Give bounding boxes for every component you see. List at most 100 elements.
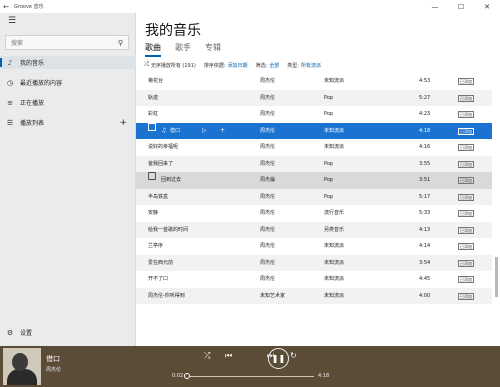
- song-badge: 已添加: [458, 226, 474, 234]
- tab-songs[interactable]: 歌曲: [145, 42, 161, 57]
- row-checkbox[interactable]: [148, 172, 156, 180]
- sidebar: ☰ 搜索 ⚲ ♪ 我的音乐 ◷ 最近播放的内容 ≡ 正在播放 ☰ 播放列表 + …: [0, 13, 136, 346]
- song-badge: 已添加: [458, 210, 474, 217]
- back-icon[interactable]: ←: [0, 3, 12, 11]
- song-duration: 3:51: [419, 177, 431, 183]
- song-genre: 流行音乐: [324, 210, 345, 216]
- seek-thumb[interactable]: [184, 373, 191, 379]
- genre-dropdown[interactable]: 所有流派: [301, 62, 321, 69]
- search-icon[interactable]: ⚲: [118, 39, 123, 47]
- selection-indicator: [0, 58, 2, 67]
- song-row[interactable]: 半岛铁盒 周杰伦 Pop 5:17 已添加: [136, 188, 492, 205]
- song-row[interactable]: 安静 周杰伦 流行音乐 5:33 已添加: [136, 205, 492, 222]
- previous-icon[interactable]: ⏮: [225, 351, 232, 361]
- song-badge: 已添加: [458, 259, 474, 267]
- next-icon[interactable]: ⏭: [267, 351, 274, 361]
- song-row[interactable]: ♫ ▷ + 借口 周杰伦 未知流派 4:18 已添加: [136, 122, 492, 140]
- song-row[interactable]: 爱在西元前 周杰伦 未知流派 3:54 已添加: [136, 254, 492, 271]
- song-genre: Pop: [324, 111, 334, 117]
- song-duration: 4:14: [419, 243, 431, 249]
- sidebar-item-label: 播放列表: [20, 120, 45, 127]
- song-genre: Pop: [324, 193, 334, 200]
- song-duration: 4:53: [419, 78, 431, 84]
- sidebar-item-recent[interactable]: ◷ 最近播放的内容: [0, 76, 136, 89]
- song-row[interactable]: 爸我回来了 周杰伦 Pop 3:55 已添加: [136, 155, 492, 172]
- song-badge: 已添加: [458, 243, 474, 250]
- sidebar-item-label: 最近播放的内容: [20, 80, 63, 87]
- sidebar-item-playlists[interactable]: ☰ 播放列表 +: [0, 116, 136, 129]
- seek-bar[interactable]: [184, 373, 314, 379]
- shuffle-icon[interactable]: ⤮: [204, 351, 210, 361]
- song-row[interactable]: 周杰伦-你听得到 未知艺术家 未知流派 4:00 已添加: [136, 287, 492, 304]
- album-art[interactable]: [3, 348, 41, 385]
- add-playlist-icon[interactable]: +: [119, 118, 127, 128]
- song-genre: Pop: [324, 177, 334, 183]
- sort-dropdown[interactable]: 添加日期: [228, 62, 248, 69]
- song-badge: 已添加: [458, 160, 474, 168]
- filter-dropdown[interactable]: 全部: [269, 62, 279, 69]
- song-artist: 周杰伦: [260, 226, 276, 233]
- album-art-head: [12, 353, 28, 371]
- tab-artists[interactable]: 歌手: [175, 42, 191, 57]
- song-artist: 周杰伦: [260, 111, 276, 117]
- song-artist: 未知艺术家: [260, 292, 286, 299]
- minimize-button[interactable]: —: [422, 0, 448, 13]
- song-row[interactable]: 彩虹 周杰伦 Pop 4:23 已添加: [136, 106, 492, 123]
- sidebar-item-my-music[interactable]: ♪ 我的音乐: [0, 56, 136, 69]
- current-time: 0:02: [172, 373, 184, 379]
- song-title: 半岛铁盒: [148, 193, 169, 200]
- song-duration: 5:33: [419, 210, 431, 216]
- song-row[interactable]: 开不了口 周杰伦 未知流派 4:45 已添加: [136, 271, 492, 288]
- music-note-icon: ♪: [7, 58, 13, 67]
- shuffle-all-button[interactable]: 无序播放所有 (191): [151, 62, 196, 69]
- song-title: 周杰伦-你听得到: [148, 292, 185, 299]
- now-playing-artist[interactable]: 周杰伦: [46, 366, 61, 373]
- song-duration: 4:13: [419, 226, 431, 233]
- song-title: 说好的幸福呢: [148, 144, 179, 150]
- song-row[interactable]: 兰亭序 周杰伦 未知流派 4:14 已添加: [136, 238, 492, 255]
- search-placeholder: 搜索: [11, 40, 24, 47]
- song-row[interactable]: 说好的幸福呢 周杰伦 未知流派 4:16 已添加: [136, 139, 492, 156]
- song-badge: 已添加: [458, 94, 474, 102]
- song-title: 安静: [148, 210, 159, 216]
- song-row[interactable]: 菊花台 周杰伦 未知流派 4:53 已添加: [136, 73, 492, 90]
- song-row[interactable]: 给我一首歌的时间 周杰伦 另类音乐 4:13 已添加: [136, 221, 492, 238]
- repeat-icon[interactable]: ↻: [290, 351, 297, 360]
- song-duration: 4:23: [419, 111, 431, 117]
- song-duration: 5:27: [419, 94, 431, 101]
- hamburger-menu-icon[interactable]: ☰: [8, 16, 16, 26]
- song-row[interactable]: 回到过去 周杰倫 Pop 3:51 已添加: [136, 172, 492, 189]
- row-checkbox[interactable]: [148, 122, 156, 131]
- song-badge: 已添加: [458, 276, 474, 283]
- song-genre: Pop: [324, 160, 334, 167]
- song-title: 开不了口: [148, 276, 169, 282]
- title-bar: ← Groove 音乐 — ☐ ✕: [0, 0, 500, 13]
- sidebar-item-label: 设置: [20, 330, 33, 337]
- shuffle-icon: ⤮: [144, 61, 149, 68]
- filter-label: 筛选:: [255, 62, 268, 69]
- speaker-icon[interactable]: ♫: [161, 123, 166, 140]
- tab-albums[interactable]: 专辑: [205, 42, 221, 57]
- close-button[interactable]: ✕: [474, 0, 500, 13]
- song-title: 爱在西元前: [148, 259, 174, 266]
- now-playing-title[interactable]: 借口: [46, 354, 60, 364]
- song-title: 爸我回来了: [148, 160, 174, 167]
- song-genre: Pop: [324, 94, 334, 101]
- groove-window: ← Groove 音乐 — ☐ ✕ ☰ 搜索 ⚲ ♪ 我的音乐 ◷ 最近播放的内…: [0, 0, 500, 387]
- song-row[interactable]: 轨迹 周杰伦 Pop 5:27 已添加: [136, 89, 492, 106]
- song-genre: 另类音乐: [324, 226, 345, 233]
- sidebar-item-now-playing[interactable]: ≡ 正在播放: [0, 96, 136, 109]
- total-time: 4:18: [318, 373, 330, 379]
- song-title: 彩虹: [148, 111, 159, 117]
- song-genre: 未知流派: [324, 78, 345, 84]
- sidebar-item-settings[interactable]: ⚙ 设置: [0, 326, 136, 339]
- scrollbar-thumb[interactable]: [495, 257, 498, 297]
- view-tabs: 歌曲 歌手 专辑: [145, 42, 235, 57]
- song-artist: 周杰伦: [260, 276, 276, 282]
- app-title: Groove 音乐: [14, 4, 44, 10]
- search-input[interactable]: 搜索 ⚲: [5, 35, 129, 50]
- song-genre: 未知流派: [324, 259, 345, 266]
- song-duration: 5:17: [419, 193, 431, 200]
- maximize-button[interactable]: ☐: [448, 0, 474, 13]
- song-title: 轨迹: [148, 94, 159, 101]
